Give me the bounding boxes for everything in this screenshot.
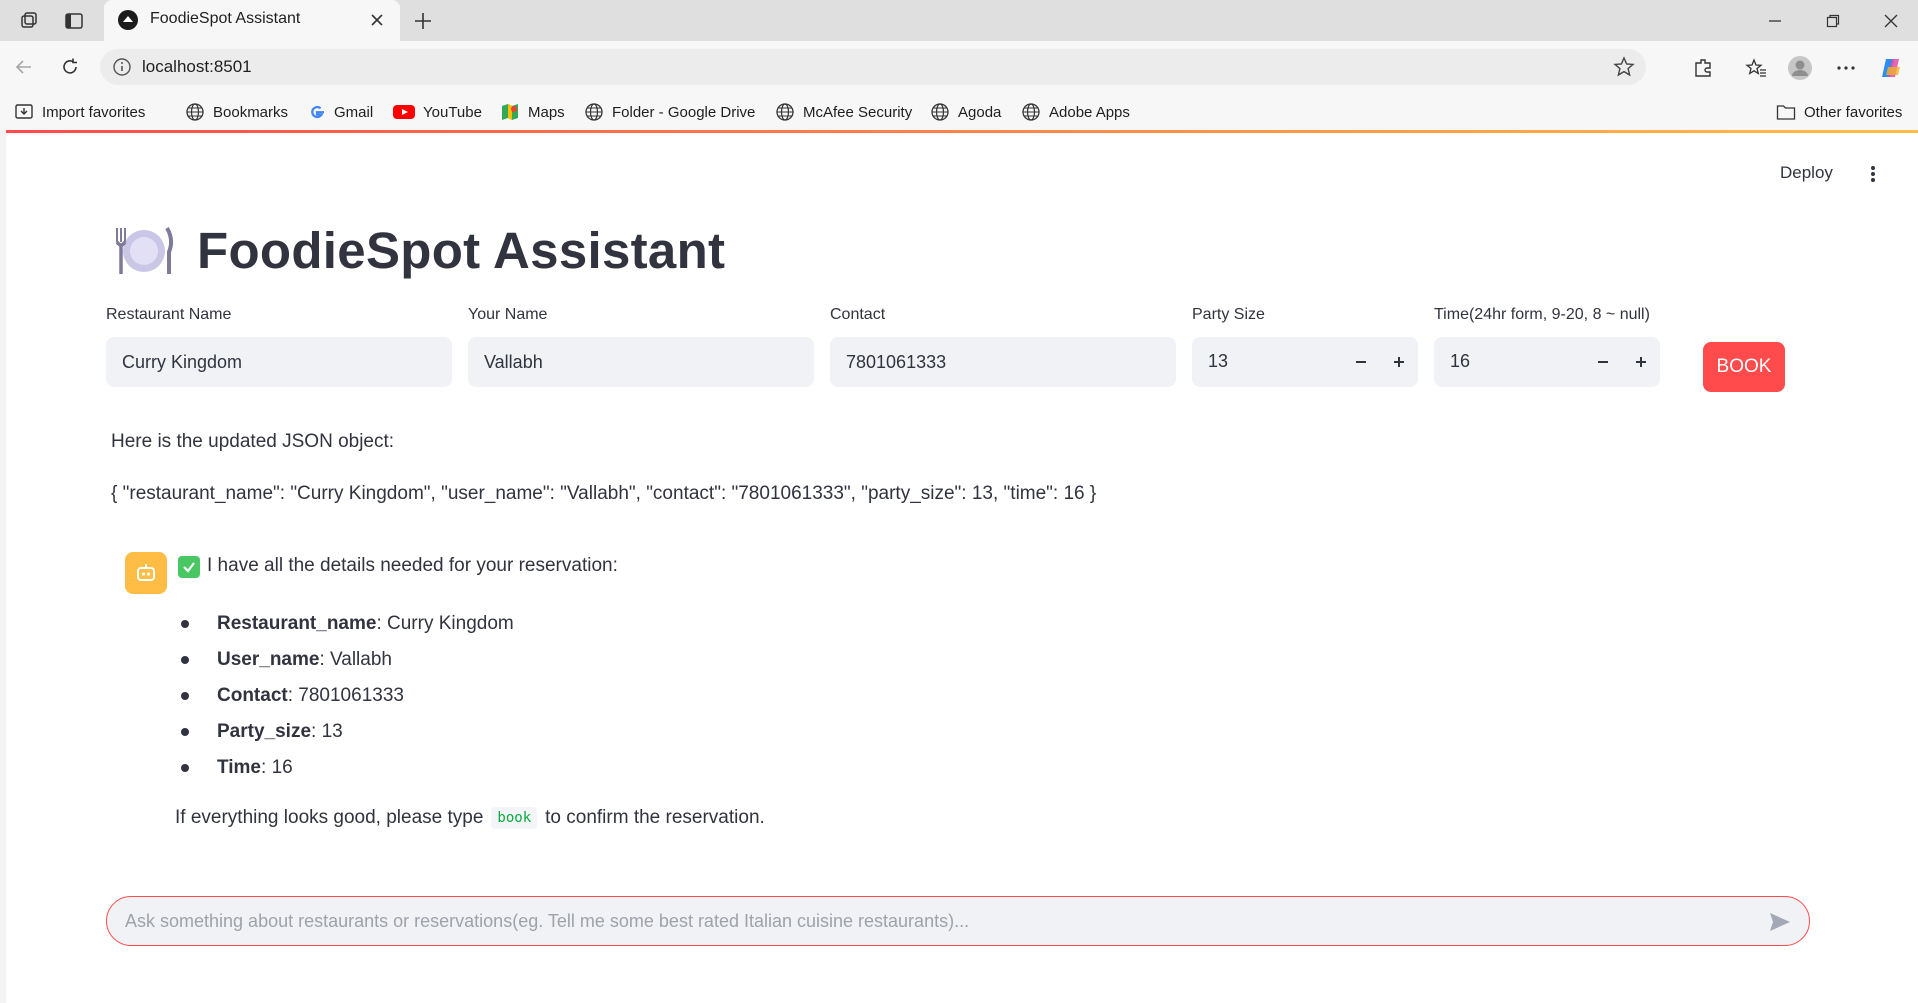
copilot-icon[interactable]: [1878, 54, 1906, 82]
party-size-increment-button[interactable]: [1380, 337, 1418, 387]
book-button[interactable]: BOOK: [1703, 342, 1785, 392]
workspaces-icon[interactable]: [17, 8, 43, 34]
bullet-dot: [181, 692, 189, 700]
robot-icon: [137, 564, 155, 581]
json-object-text: { "restaurant_name": "Curry Kingdom", "u…: [111, 483, 1097, 504]
list-item: Time: 16: [181, 755, 293, 781]
profile-avatar-icon[interactable]: [1786, 54, 1814, 82]
bookmark-import-favorites[interactable]: Import favorites: [14, 100, 145, 124]
restaurant-name-label: Restaurant Name: [106, 306, 232, 323]
check-mark-icon: [178, 556, 200, 578]
globe-icon: [776, 103, 794, 121]
contact-input[interactable]: [830, 337, 1176, 387]
minus-icon: [1356, 361, 1366, 363]
favorites-icon[interactable]: [1742, 54, 1770, 82]
your-name-field: [468, 337, 814, 387]
list-item: Contact: 7801061333: [181, 683, 404, 709]
url-bar[interactable]: localhost:8501: [100, 49, 1646, 85]
time-label: Time(24hr form, 9-20, 8 ~ null): [1434, 306, 1650, 323]
google-icon: [311, 105, 324, 119]
bookmark-bookmarks[interactable]: Bookmarks: [185, 100, 288, 124]
bookmark-youtube[interactable]: YouTube: [393, 100, 482, 124]
new-tab-icon[interactable]: [410, 8, 436, 34]
bullet-dot: [181, 620, 189, 628]
restore-icon[interactable]: [1818, 6, 1848, 36]
plus-icon: [1636, 357, 1646, 367]
app-page: Deploy FoodieSpot Assistant Restaurant N…: [6, 133, 1918, 1003]
bookmark-agoda[interactable]: Agoda: [930, 100, 1001, 124]
bullet-dot: [181, 728, 189, 736]
party-size-stepper[interactable]: 13: [1192, 337, 1418, 387]
assistant-avatar: [125, 552, 167, 594]
globe-icon: [931, 103, 949, 121]
main-menu-icon[interactable]: [1866, 163, 1880, 185]
url-text: localhost:8501: [142, 57, 252, 76]
updated-json-intro: Here is the updated JSON object:: [111, 431, 395, 452]
send-icon[interactable]: [1767, 909, 1793, 935]
chat-input[interactable]: [125, 897, 1745, 945]
assistant-intro-text: I have all the details needed for your r…: [207, 555, 618, 576]
site-info-icon[interactable]: [112, 57, 132, 77]
bullet-dot: [181, 764, 189, 772]
time-stepper[interactable]: 16: [1434, 337, 1660, 387]
your-name-label: Your Name: [468, 306, 548, 323]
globe-icon: [585, 103, 603, 121]
close-window-icon[interactable]: [1876, 6, 1906, 36]
bookmark-gmail[interactable]: Gmail: [308, 100, 373, 124]
tab-title: FoodieSpot Assistant: [150, 10, 301, 27]
time-increment-button[interactable]: [1622, 337, 1660, 387]
close-tab-icon[interactable]: [366, 9, 388, 31]
active-tab[interactable]: FoodieSpot Assistant: [104, 0, 400, 41]
party-size-decrement-button[interactable]: [1342, 337, 1380, 387]
plate-fork-knife-icon: [115, 226, 174, 274]
deploy-button[interactable]: Deploy: [1780, 163, 1833, 183]
youtube-icon: [393, 105, 415, 119]
bookmark-mcafee[interactable]: McAfee Security: [775, 100, 912, 124]
confirm-instruction: If everything looks good, please type bo…: [175, 807, 765, 829]
globe-icon: [186, 103, 204, 121]
browser-tab-bar: FoodieSpot Assistant: [0, 0, 1918, 41]
chat-input-box: [106, 896, 1810, 946]
plus-icon: [1394, 357, 1404, 367]
page-title: FoodieSpot Assistant: [197, 221, 726, 279]
address-toolbar: localhost:8501: [0, 41, 1918, 93]
list-item: Party_size: 13: [181, 719, 343, 745]
list-item: Restaurant_name: Curry Kingdom: [181, 611, 514, 637]
time-decrement-button[interactable]: [1584, 337, 1622, 387]
inline-code: book: [491, 807, 538, 829]
restaurant-name-field: [106, 337, 452, 387]
minimize-icon[interactable]: [1760, 6, 1790, 36]
bookmarks-bar: Import favorites Bookmarks Gmail YouTube…: [0, 93, 1918, 130]
time-value[interactable]: 16: [1450, 351, 1470, 372]
bookmark-maps[interactable]: Maps: [500, 100, 565, 124]
more-options-icon[interactable]: [1832, 54, 1860, 82]
minus-icon: [1598, 361, 1608, 363]
favorite-star-icon[interactable]: [1612, 55, 1636, 79]
extensions-icon[interactable]: [1690, 54, 1718, 82]
vertical-tabs-icon[interactable]: [61, 8, 87, 34]
party-size-label: Party Size: [1192, 306, 1265, 323]
other-favorites[interactable]: Other favorites: [1776, 100, 1902, 124]
bullet-dot: [181, 656, 189, 664]
refresh-icon[interactable]: [56, 53, 84, 81]
your-name-input[interactable]: [468, 337, 814, 387]
folder-icon: [1776, 105, 1796, 120]
import-icon: [15, 104, 33, 119]
page-title-row: FoodieSpot Assistant: [111, 215, 725, 285]
maps-icon: [502, 104, 518, 120]
streamlit-favicon-icon: [118, 10, 138, 30]
contact-label: Contact: [830, 306, 886, 323]
back-icon[interactable]: [10, 53, 38, 81]
globe-icon: [1022, 103, 1040, 121]
bookmark-adobe-apps[interactable]: Adobe Apps: [1021, 100, 1130, 124]
contact-field: [830, 337, 1176, 387]
restaurant-name-input[interactable]: [106, 337, 452, 387]
party-size-value[interactable]: 13: [1208, 351, 1228, 372]
list-item: User_name: Vallabh: [181, 647, 392, 673]
bookmark-google-drive-folder[interactable]: Folder - Google Drive: [584, 100, 755, 124]
